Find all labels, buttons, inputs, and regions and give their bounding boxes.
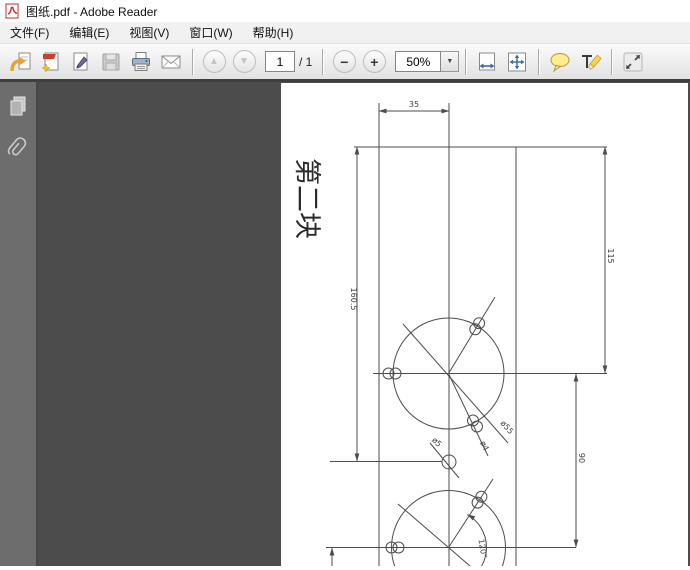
attachments-button[interactable] [3, 132, 33, 166]
fullscreen-icon [621, 50, 645, 74]
menu-window[interactable]: 窗口(W) [179, 22, 242, 44]
page-down-icon: ▼ [233, 50, 256, 73]
title-bar: 图纸.pdf - Adobe Reader [0, 0, 690, 22]
dim-left-height: 160.5 [349, 288, 358, 311]
dim-hole-angle: 120° [476, 538, 488, 559]
page-thumbnails-button[interactable] [3, 90, 33, 124]
open-icon [9, 50, 33, 74]
dim-right-lower-height: 90 [577, 453, 586, 463]
comment-icon [548, 50, 572, 74]
fit-width-icon [475, 50, 499, 74]
highlight-icon [578, 50, 602, 74]
zoom-out-button[interactable]: − [329, 47, 359, 77]
highlight-button[interactable] [575, 47, 605, 77]
zoom-in-icon: + [363, 50, 386, 73]
dim-bolt-circle: ø55 [499, 419, 516, 436]
zoom-out-icon: − [333, 50, 356, 73]
menu-bar: 文件(F) 编辑(E) 视图(V) 窗口(W) 帮助(H) [0, 22, 690, 44]
toolbar: ▲ ▼ / 1 − + ▼ [0, 44, 690, 82]
next-page-button[interactable]: ▼ [229, 47, 259, 77]
email-button[interactable] [156, 47, 186, 77]
pdf-page[interactable]: 35 160.5 115 90 [281, 83, 688, 566]
sign-icon [69, 50, 93, 74]
menu-view[interactable]: 视图(V) [119, 22, 179, 44]
toolbar-separator [465, 49, 466, 75]
menu-edit[interactable]: 编辑(E) [59, 22, 119, 44]
fullscreen-button[interactable] [618, 47, 648, 77]
toolbar-separator [322, 49, 323, 75]
page-up-icon: ▲ [203, 50, 226, 73]
menu-file[interactable]: 文件(F) [0, 22, 59, 44]
page-total-label: / 1 [299, 55, 312, 69]
email-icon [159, 50, 183, 74]
zoom-level-input[interactable] [395, 51, 441, 72]
comment-button[interactable] [545, 47, 575, 77]
document-canvas: 35 160.5 115 90 [38, 82, 690, 566]
create-pdf-button[interactable] [36, 47, 66, 77]
dim-top-width: 35 [409, 100, 419, 109]
menu-help[interactable]: 帮助(H) [243, 22, 304, 44]
fit-page-icon [505, 50, 529, 74]
toolbar-separator [538, 49, 539, 75]
save-button[interactable] [96, 47, 126, 77]
window-title: 图纸.pdf - Adobe Reader [26, 3, 157, 20]
part-label: 第二块 [291, 158, 322, 239]
dim-right-height: 115 [606, 248, 615, 263]
fit-width-button[interactable] [472, 47, 502, 77]
zoom-in-button[interactable]: + [359, 47, 389, 77]
print-button[interactable] [126, 47, 156, 77]
paperclip-icon [6, 135, 30, 163]
fit-page-button[interactable] [502, 47, 532, 77]
toolbar-separator [611, 49, 612, 75]
dim-tiny-hole: ø4 [478, 439, 490, 452]
save-icon [99, 50, 123, 74]
technical-drawing: 35 160.5 115 90 [281, 83, 688, 566]
print-icon [129, 50, 153, 74]
chevron-down-icon: ▼ [446, 58, 453, 65]
page-thumbnails-icon [6, 94, 30, 120]
toolbar-separator [192, 49, 193, 75]
sign-button[interactable] [66, 47, 96, 77]
page-number-input[interactable] [265, 51, 295, 72]
adobe-reader-icon [4, 3, 20, 19]
previous-page-button[interactable]: ▲ [199, 47, 229, 77]
create-pdf-icon [39, 50, 63, 74]
main-area: 35 160.5 115 90 [0, 82, 690, 566]
open-button[interactable] [6, 47, 36, 77]
zoom-dropdown-button[interactable]: ▼ [441, 51, 459, 72]
navigation-pane [0, 82, 38, 566]
dim-small-hole: ø5 [430, 436, 443, 449]
